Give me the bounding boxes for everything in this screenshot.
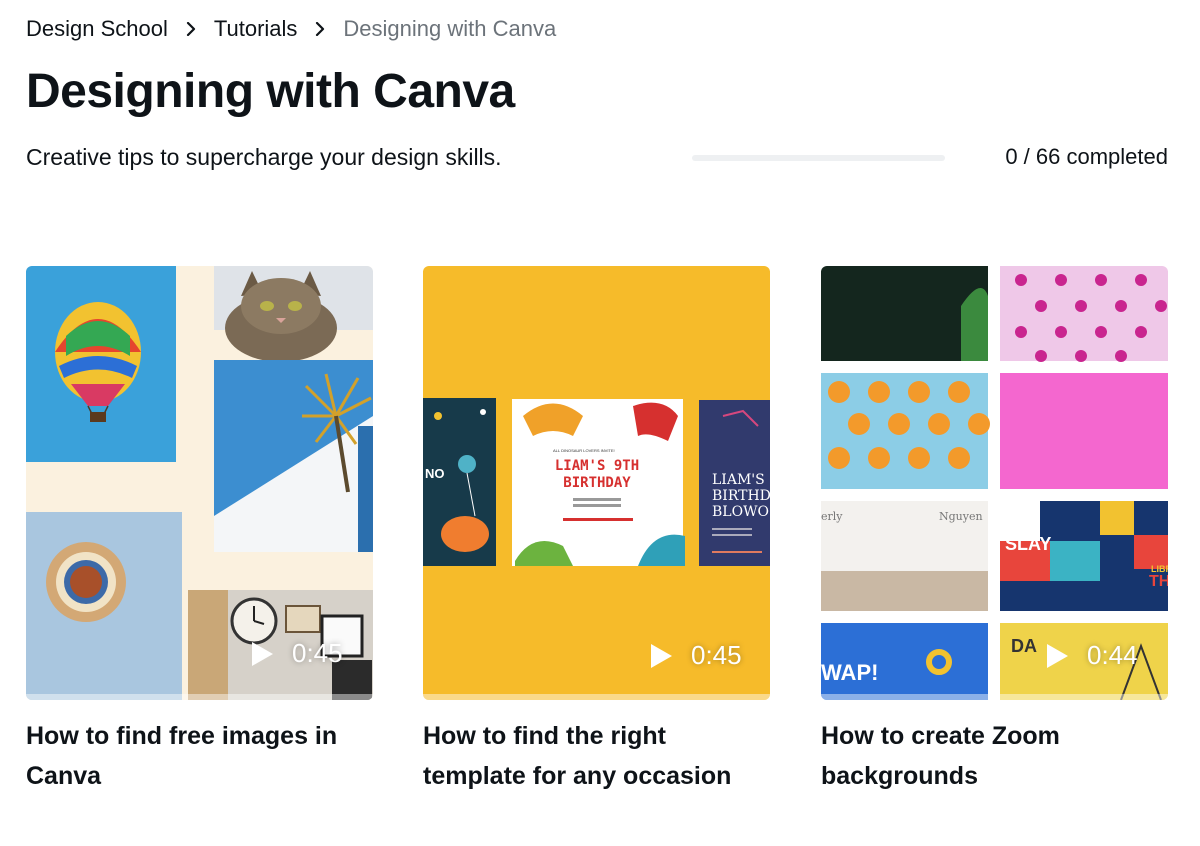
tutorial-card-right-template[interactable]: NO ALL DINOSAUR LOVERS INVITE! LIAM'S 9T… (423, 266, 770, 796)
progress-bar (692, 155, 945, 161)
card-title[interactable]: How to find free images in Canva (26, 716, 373, 796)
video-progress-track (423, 694, 770, 700)
template-text: BIRTHD (712, 488, 770, 504)
template-text: LIAM'S 9TH (555, 458, 639, 474)
tutorial-card-zoom-backgrounds[interactable]: erly Nguyen SLAY THE LIBRA WAP! DA 0:44 … (821, 266, 1168, 796)
progress-text: 0 / 66 completed (1005, 144, 1168, 169)
thumbnail-template-collage: NO ALL DINOSAUR LOVERS INVITE! LIAM'S 9T… (423, 398, 770, 566)
thumbnail-backgrounds-grid: erly Nguyen SLAY THE LIBRA WAP! DA (821, 266, 1168, 700)
template-text: NO (425, 466, 445, 481)
video-progress-track (821, 694, 1168, 700)
play-icon (651, 643, 672, 668)
template-text: BLOWO (712, 504, 769, 520)
breadcrumb: Design School Tutorials Designing with C… (26, 14, 556, 44)
video-duration: 0:45 (292, 638, 343, 668)
chevron-right-icon (297, 14, 343, 44)
video-thumbnail[interactable]: NO ALL DINOSAUR LOVERS INVITE! LIAM'S 9T… (423, 266, 770, 700)
video-duration: 0:44 (1087, 640, 1138, 670)
play-icon (252, 641, 273, 666)
card-title[interactable]: How to find the right template for any o… (423, 716, 770, 796)
card-title[interactable]: How to create Zoom backgrounds (821, 716, 1168, 796)
template-text: LIBRA (1151, 564, 1168, 574)
template-text: ALL DINOSAUR LOVERS INVITE! (553, 448, 615, 453)
template-text: erly (821, 510, 843, 523)
play-overlay[interactable]: 0:45 (250, 638, 343, 669)
video-duration: 0:45 (691, 640, 742, 670)
breadcrumb-tutorials[interactable]: Tutorials (214, 16, 298, 42)
breadcrumb-design-school[interactable]: Design School (26, 16, 168, 42)
chevron-right-icon (168, 14, 214, 44)
page-title: Designing with Canva (26, 65, 515, 118)
video-thumbnail[interactable]: 0:45 (26, 266, 373, 700)
template-text: Nguyen (939, 510, 983, 523)
template-text: SLAY (1005, 534, 1051, 554)
play-icon (1047, 643, 1068, 668)
template-text: WAP! (821, 660, 878, 685)
video-thumbnail[interactable]: erly Nguyen SLAY THE LIBRA WAP! DA 0:44 (821, 266, 1168, 700)
thumbnail-collage-image (26, 266, 373, 700)
template-text: DA (1011, 636, 1037, 656)
page-subtitle: Creative tips to supercharge your design… (26, 144, 502, 170)
play-overlay[interactable]: 0:44 (1045, 640, 1138, 671)
template-text: LIAM'S (712, 472, 765, 488)
video-progress-track (26, 694, 373, 700)
breadcrumb-current: Designing with Canva (343, 16, 557, 41)
tutorial-card-free-images[interactable]: 0:45 How to find free images in Canva (26, 266, 373, 796)
play-overlay[interactable]: 0:45 (649, 640, 742, 671)
template-text: THE (1149, 573, 1168, 590)
template-text: BIRTHDAY (563, 475, 631, 491)
